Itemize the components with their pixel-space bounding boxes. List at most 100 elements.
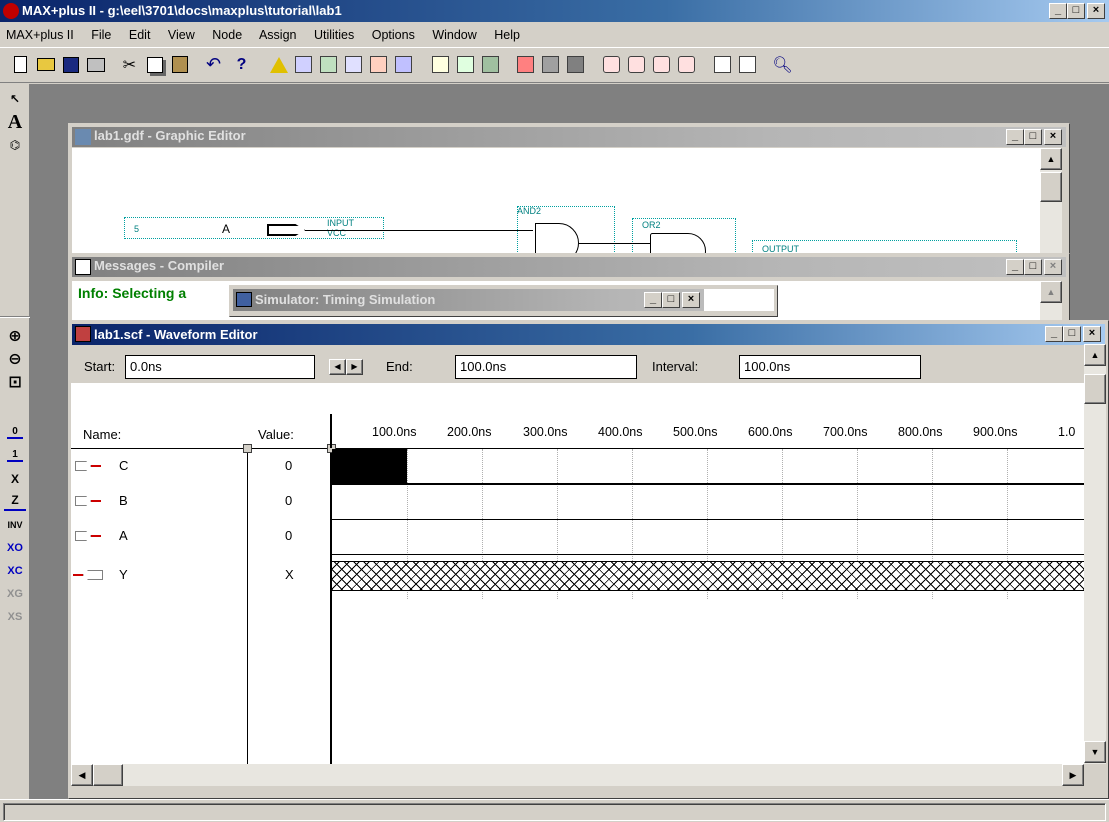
signal-row-b[interactable]: B 0	[71, 490, 330, 514]
menu-maxplus[interactable]: MAX+plus II	[6, 28, 74, 42]
project-set-icon[interactable]	[453, 52, 478, 77]
paste-icon[interactable]	[167, 52, 192, 77]
messages-maximize-button[interactable]: □	[1024, 259, 1042, 275]
messages-title-bar[interactable]: Messages - Compiler _ □ ×	[72, 257, 1066, 277]
menu-edit[interactable]: Edit	[129, 28, 151, 42]
tile-icon[interactable]	[710, 52, 735, 77]
interval-field[interactable]: 100.0ns	[739, 355, 921, 379]
graphic-editor-canvas[interactable]: 5 A INPUT VCC AND2 OR2 OUTPUT	[72, 148, 1040, 258]
undo-icon[interactable]: ↶	[201, 52, 226, 77]
open-file-icon[interactable]	[33, 52, 58, 77]
signal-row-a[interactable]: A 0	[71, 525, 330, 549]
cascade-icon[interactable]	[735, 52, 760, 77]
text-tool-icon[interactable]: A	[4, 111, 26, 133]
programmer-icon[interactable]	[366, 52, 391, 77]
messages-vscroll[interactable]: ▲	[1040, 281, 1062, 321]
resize-grip[interactable]	[1084, 764, 1106, 786]
design-doctor-icon[interactable]	[291, 52, 316, 77]
zoom-in-icon[interactable]: ⊕	[4, 325, 26, 347]
waveform-scroll-right[interactable]: ▶	[1062, 764, 1084, 786]
start-field[interactable]: 0.0ns	[125, 355, 315, 379]
group-icon[interactable]: XG	[4, 583, 26, 605]
waveform-title-bar[interactable]: lab1.scf - Waveform Editor _ □ ×	[72, 324, 1105, 345]
simulator-icon[interactable]	[391, 52, 416, 77]
save-compile-icon[interactable]	[538, 52, 563, 77]
waveform-plot-area[interactable]	[332, 449, 1084, 764]
compiler-icon[interactable]	[266, 52, 291, 77]
waveform-scroll-thumb[interactable]	[1084, 374, 1106, 404]
close-button[interactable]: ×	[1087, 3, 1105, 19]
signal-row-y[interactable]: Y X	[71, 564, 330, 588]
waveform-scroll-up[interactable]: ▲	[1084, 344, 1106, 366]
end-field[interactable]: 100.0ns	[455, 355, 637, 379]
force-1-icon[interactable]: 1	[4, 445, 26, 467]
scroll-time-left-button[interactable]: ◀	[329, 359, 346, 375]
simulator-maximize-button[interactable]: □	[662, 292, 680, 308]
waveform-close-button[interactable]: ×	[1083, 326, 1101, 342]
waveform-hscroll[interactable]: ◀ ▶	[71, 764, 1084, 786]
graphic-editor-scroll-up[interactable]: ▲	[1040, 148, 1062, 170]
hierarchy-icon[interactable]	[428, 52, 453, 77]
name-column-handle[interactable]	[243, 444, 252, 453]
menu-options[interactable]: Options	[372, 28, 415, 42]
menu-window[interactable]: Window	[432, 28, 476, 42]
copy-icon[interactable]	[142, 52, 167, 77]
scroll-time-right-button[interactable]: ▶	[346, 359, 363, 375]
graphic-editor-window[interactable]: lab1.gdf - Graphic Editor _ □ × 5 A INPU…	[68, 123, 1070, 263]
graphic-editor-scroll-thumb[interactable]	[1040, 172, 1062, 202]
pointer-tool-icon[interactable]: ↖	[4, 88, 26, 110]
zoom-icon[interactable]: 🔍︎	[770, 52, 795, 77]
messages-scroll-up[interactable]: ▲	[1040, 281, 1062, 303]
invert-icon[interactable]: INV	[4, 514, 26, 536]
simulator-minimize-button[interactable]: _	[644, 292, 662, 308]
cut-icon[interactable]: ✂	[117, 52, 142, 77]
messages-minimize-button[interactable]: _	[1006, 259, 1024, 275]
overwrite-count-icon[interactable]: XO	[4, 537, 26, 559]
overwrite-clock-icon[interactable]: XC	[4, 560, 26, 582]
menu-assign[interactable]: Assign	[259, 28, 297, 42]
force-0-icon[interactable]: 0	[4, 422, 26, 444]
print-icon[interactable]	[83, 52, 108, 77]
waveform-minimize-button[interactable]: _	[1045, 326, 1063, 342]
menu-utilities[interactable]: Utilities	[314, 28, 354, 42]
find-clique-icon[interactable]	[649, 52, 674, 77]
wire-tool-icon[interactable]: ⌬	[4, 134, 26, 156]
force-z-icon[interactable]: Z	[4, 491, 26, 511]
waveform-hscroll-thumb[interactable]	[93, 764, 123, 786]
menu-node[interactable]: Node	[212, 28, 242, 42]
menu-file[interactable]: File	[91, 28, 111, 42]
messages-close-button[interactable]: ×	[1044, 259, 1062, 275]
graphic-editor-maximize-button[interactable]: □	[1024, 129, 1042, 145]
save-simulate-icon[interactable]	[563, 52, 588, 77]
floorplan-icon[interactable]	[316, 52, 341, 77]
find-node-in-design-icon[interactable]	[624, 52, 649, 77]
project-save-icon[interactable]	[478, 52, 503, 77]
graphic-editor-minimize-button[interactable]: _	[1006, 129, 1024, 145]
graphic-editor-title-bar[interactable]: lab1.gdf - Graphic Editor _ □ ×	[72, 127, 1066, 147]
waveform-vscroll[interactable]: ▲ ▼	[1084, 344, 1106, 776]
find-pin-icon[interactable]	[674, 52, 699, 77]
menu-help[interactable]: Help	[494, 28, 520, 42]
fit-in-window-icon[interactable]: ⊡	[4, 371, 26, 393]
graphic-editor-close-button[interactable]: ×	[1044, 129, 1062, 145]
graphic-editor-vscroll[interactable]: ▲	[1040, 148, 1062, 258]
simulator-window[interactable]: Simulator: Timing Simulation _ □ ×	[229, 285, 778, 317]
timing-analyzer-icon[interactable]	[341, 52, 366, 77]
waveform-scroll-down[interactable]: ▼	[1084, 741, 1106, 763]
signal-row-c[interactable]: C 0	[71, 455, 330, 479]
waveform-maximize-button[interactable]: □	[1063, 326, 1081, 342]
save-check-icon[interactable]	[513, 52, 538, 77]
simulator-close-button[interactable]: ×	[682, 292, 700, 308]
force-x-icon[interactable]: X	[4, 468, 26, 490]
sequence-icon[interactable]: XS	[4, 606, 26, 628]
maximize-button[interactable]: □	[1067, 3, 1085, 19]
zoom-out-icon[interactable]: ⊖	[4, 348, 26, 370]
waveform-scroll-left[interactable]: ◀	[71, 764, 93, 786]
new-file-icon[interactable]	[8, 52, 33, 77]
help-pointer-icon[interactable]: ?	[229, 52, 254, 77]
find-node-icon[interactable]	[599, 52, 624, 77]
simulator-title-bar[interactable]: Simulator: Timing Simulation _ □ ×	[233, 289, 774, 311]
minimize-button[interactable]: _	[1049, 3, 1067, 19]
signal-c-selection[interactable]	[332, 449, 407, 483]
menu-view[interactable]: View	[168, 28, 195, 42]
